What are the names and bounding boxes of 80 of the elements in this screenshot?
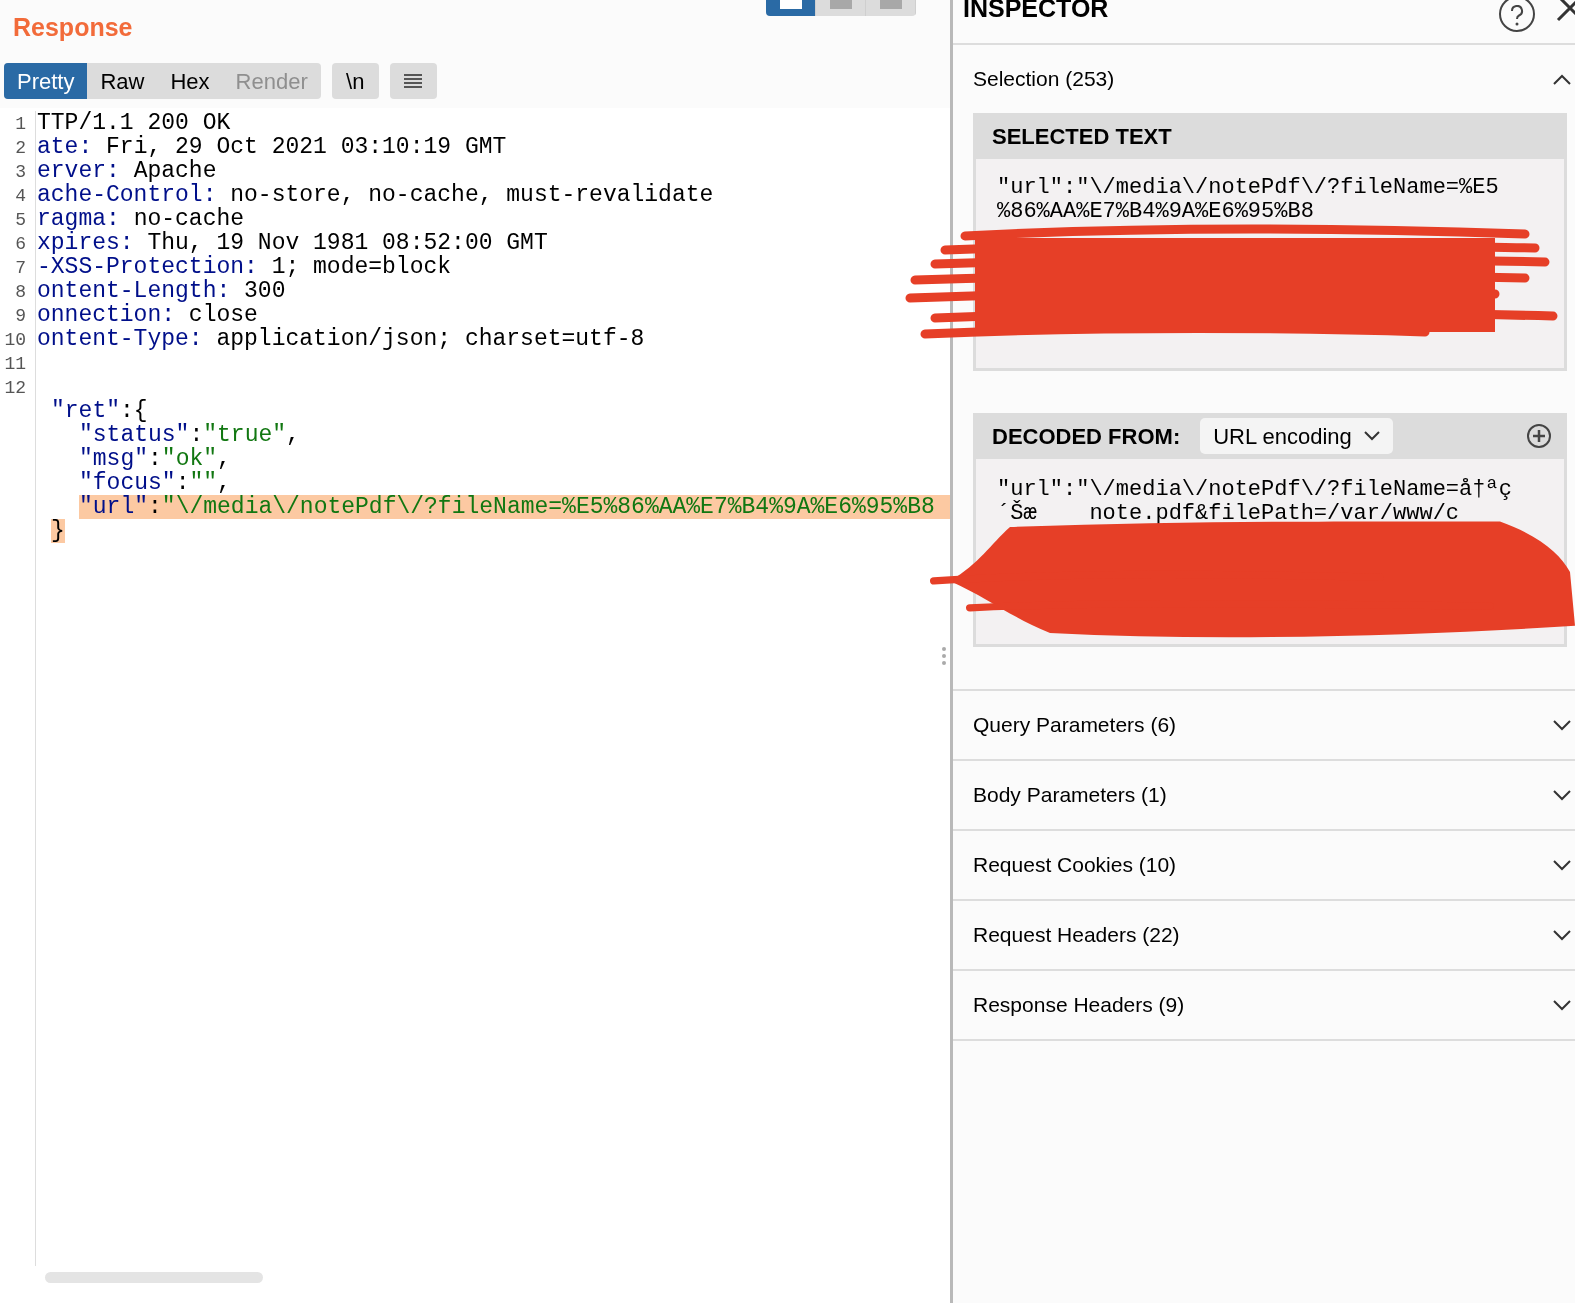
- section-header[interactable]: Selection (253): [953, 45, 1575, 113]
- json-string: "ok": [161, 447, 218, 471]
- add-button[interactable]: [1526, 423, 1552, 449]
- line-number: 1: [14, 113, 27, 135]
- section-header[interactable]: Query Parameters (6): [953, 691, 1575, 761]
- header-value: no-cache: [132, 207, 245, 231]
- panel-title: Response: [13, 12, 133, 41]
- panel-heading: SELECTED TEXT: [991, 122, 1173, 151]
- json-punctuation: :: [148, 447, 162, 471]
- json-string: "": [189, 471, 218, 495]
- json-key: "ret": [51, 399, 120, 423]
- json-key: "focus": [79, 471, 176, 495]
- header-name: xpires:: [37, 231, 134, 255]
- json-string: "\/media\/notePdf\/?fileName=%E5%86%AA%E7%B4%9A%E6%95%B8: [161, 495, 950, 519]
- header-value: Apache: [133, 159, 217, 183]
- json-punctuation: :: [148, 495, 162, 519]
- line-number: 3: [14, 161, 27, 183]
- menu-button[interactable]: [389, 63, 437, 99]
- newline-toggle[interactable]: \n: [331, 63, 379, 99]
- line-number: 10: [3, 329, 27, 351]
- code-text: ´Šæ note.pdf&filePath=/var/www/c: [997, 502, 1461, 526]
- header-value: no-store, no-cache, must-revalidate: [230, 183, 714, 207]
- header-name: ate:: [37, 135, 93, 159]
- json-punctuation: ,: [217, 447, 231, 471]
- header-name: ache-Control:: [37, 183, 217, 207]
- status-line: TTP/1.1 200 OK: [37, 111, 231, 135]
- json-string: "true": [203, 423, 287, 447]
- scrollbar-thumb[interactable]: [45, 1272, 263, 1283]
- line-number: 11: [3, 353, 27, 375]
- layout-icon: [779, 0, 802, 9]
- json-punctuation: :{: [120, 399, 148, 423]
- section-header[interactable]: Request Headers (22): [953, 901, 1575, 971]
- menu-icon: [404, 74, 423, 88]
- panel-heading: DECODED FROM:: [992, 422, 1181, 451]
- json-punctuation: }: [51, 519, 65, 543]
- line-number: 8: [14, 281, 27, 303]
- header-value: 1; mode=block: [270, 255, 452, 279]
- header-name: ontent-Type:: [37, 327, 203, 351]
- header-value: application/json; charset=utf-8: [215, 327, 645, 351]
- line-number: 4: [14, 185, 27, 207]
- view-tab[interactable]: Hex: [157, 63, 223, 99]
- json-key: "msg": [79, 447, 148, 471]
- view-tab[interactable]: Raw: [87, 63, 158, 99]
- section-header[interactable]: Request Cookies (10): [953, 831, 1575, 901]
- layout-button[interactable]: [766, 0, 816, 16]
- line-number: 9: [14, 305, 27, 327]
- json-key: "url": [79, 495, 148, 519]
- header-name: erver:: [37, 159, 120, 183]
- plus-circle-icon: [1526, 423, 1552, 449]
- json-punctuation: :: [189, 423, 204, 447]
- header-name: onnection:: [37, 303, 176, 327]
- json-punctuation: ,: [217, 471, 231, 495]
- view-tab[interactable]: Pretty: [4, 63, 88, 99]
- header-value: Fri, 29 Oct 2021 03:10:19 GMT: [105, 135, 507, 159]
- help-button[interactable]: [1499, 0, 1535, 32]
- inspector-title: INSPECTOR: [963, 0, 1109, 18]
- help-icon: [1510, 5, 1524, 27]
- header-value: 300: [244, 279, 286, 303]
- caret-icon: [1363, 431, 1380, 441]
- json-key: "status": [79, 423, 190, 447]
- encoding-dropdown[interactable]: URL encoding: [1200, 418, 1393, 454]
- header-name: ontent-Length:: [37, 279, 231, 303]
- json-punctuation: :: [175, 471, 190, 495]
- line-number: 6: [14, 233, 27, 255]
- drag-handle[interactable]: [942, 647, 946, 665]
- line-number: 5: [14, 209, 27, 231]
- section-header[interactable]: Body Parameters (1): [953, 761, 1575, 831]
- layout-icon: [879, 0, 902, 9]
- code-text: "url":"\/media\/notePdf\/?fileName=%E5: [997, 176, 1500, 200]
- code-text: %86%AA%E7%B4%9A%E6%95%B8: [997, 200, 1315, 224]
- layout-icon: [829, 0, 852, 9]
- header-name: ragma:: [37, 207, 120, 231]
- header-value: close: [188, 303, 258, 327]
- line-number: 12: [3, 377, 27, 399]
- header-name: -XSS-Protection:: [37, 255, 258, 279]
- header-value: Thu, 19 Nov 1981 08:52:00 GMT: [147, 231, 548, 255]
- section-header[interactable]: Response Headers (9): [953, 971, 1575, 1041]
- line-number: 7: [14, 257, 27, 279]
- json-punctuation: ,: [286, 423, 300, 447]
- line-number: 2: [14, 137, 27, 159]
